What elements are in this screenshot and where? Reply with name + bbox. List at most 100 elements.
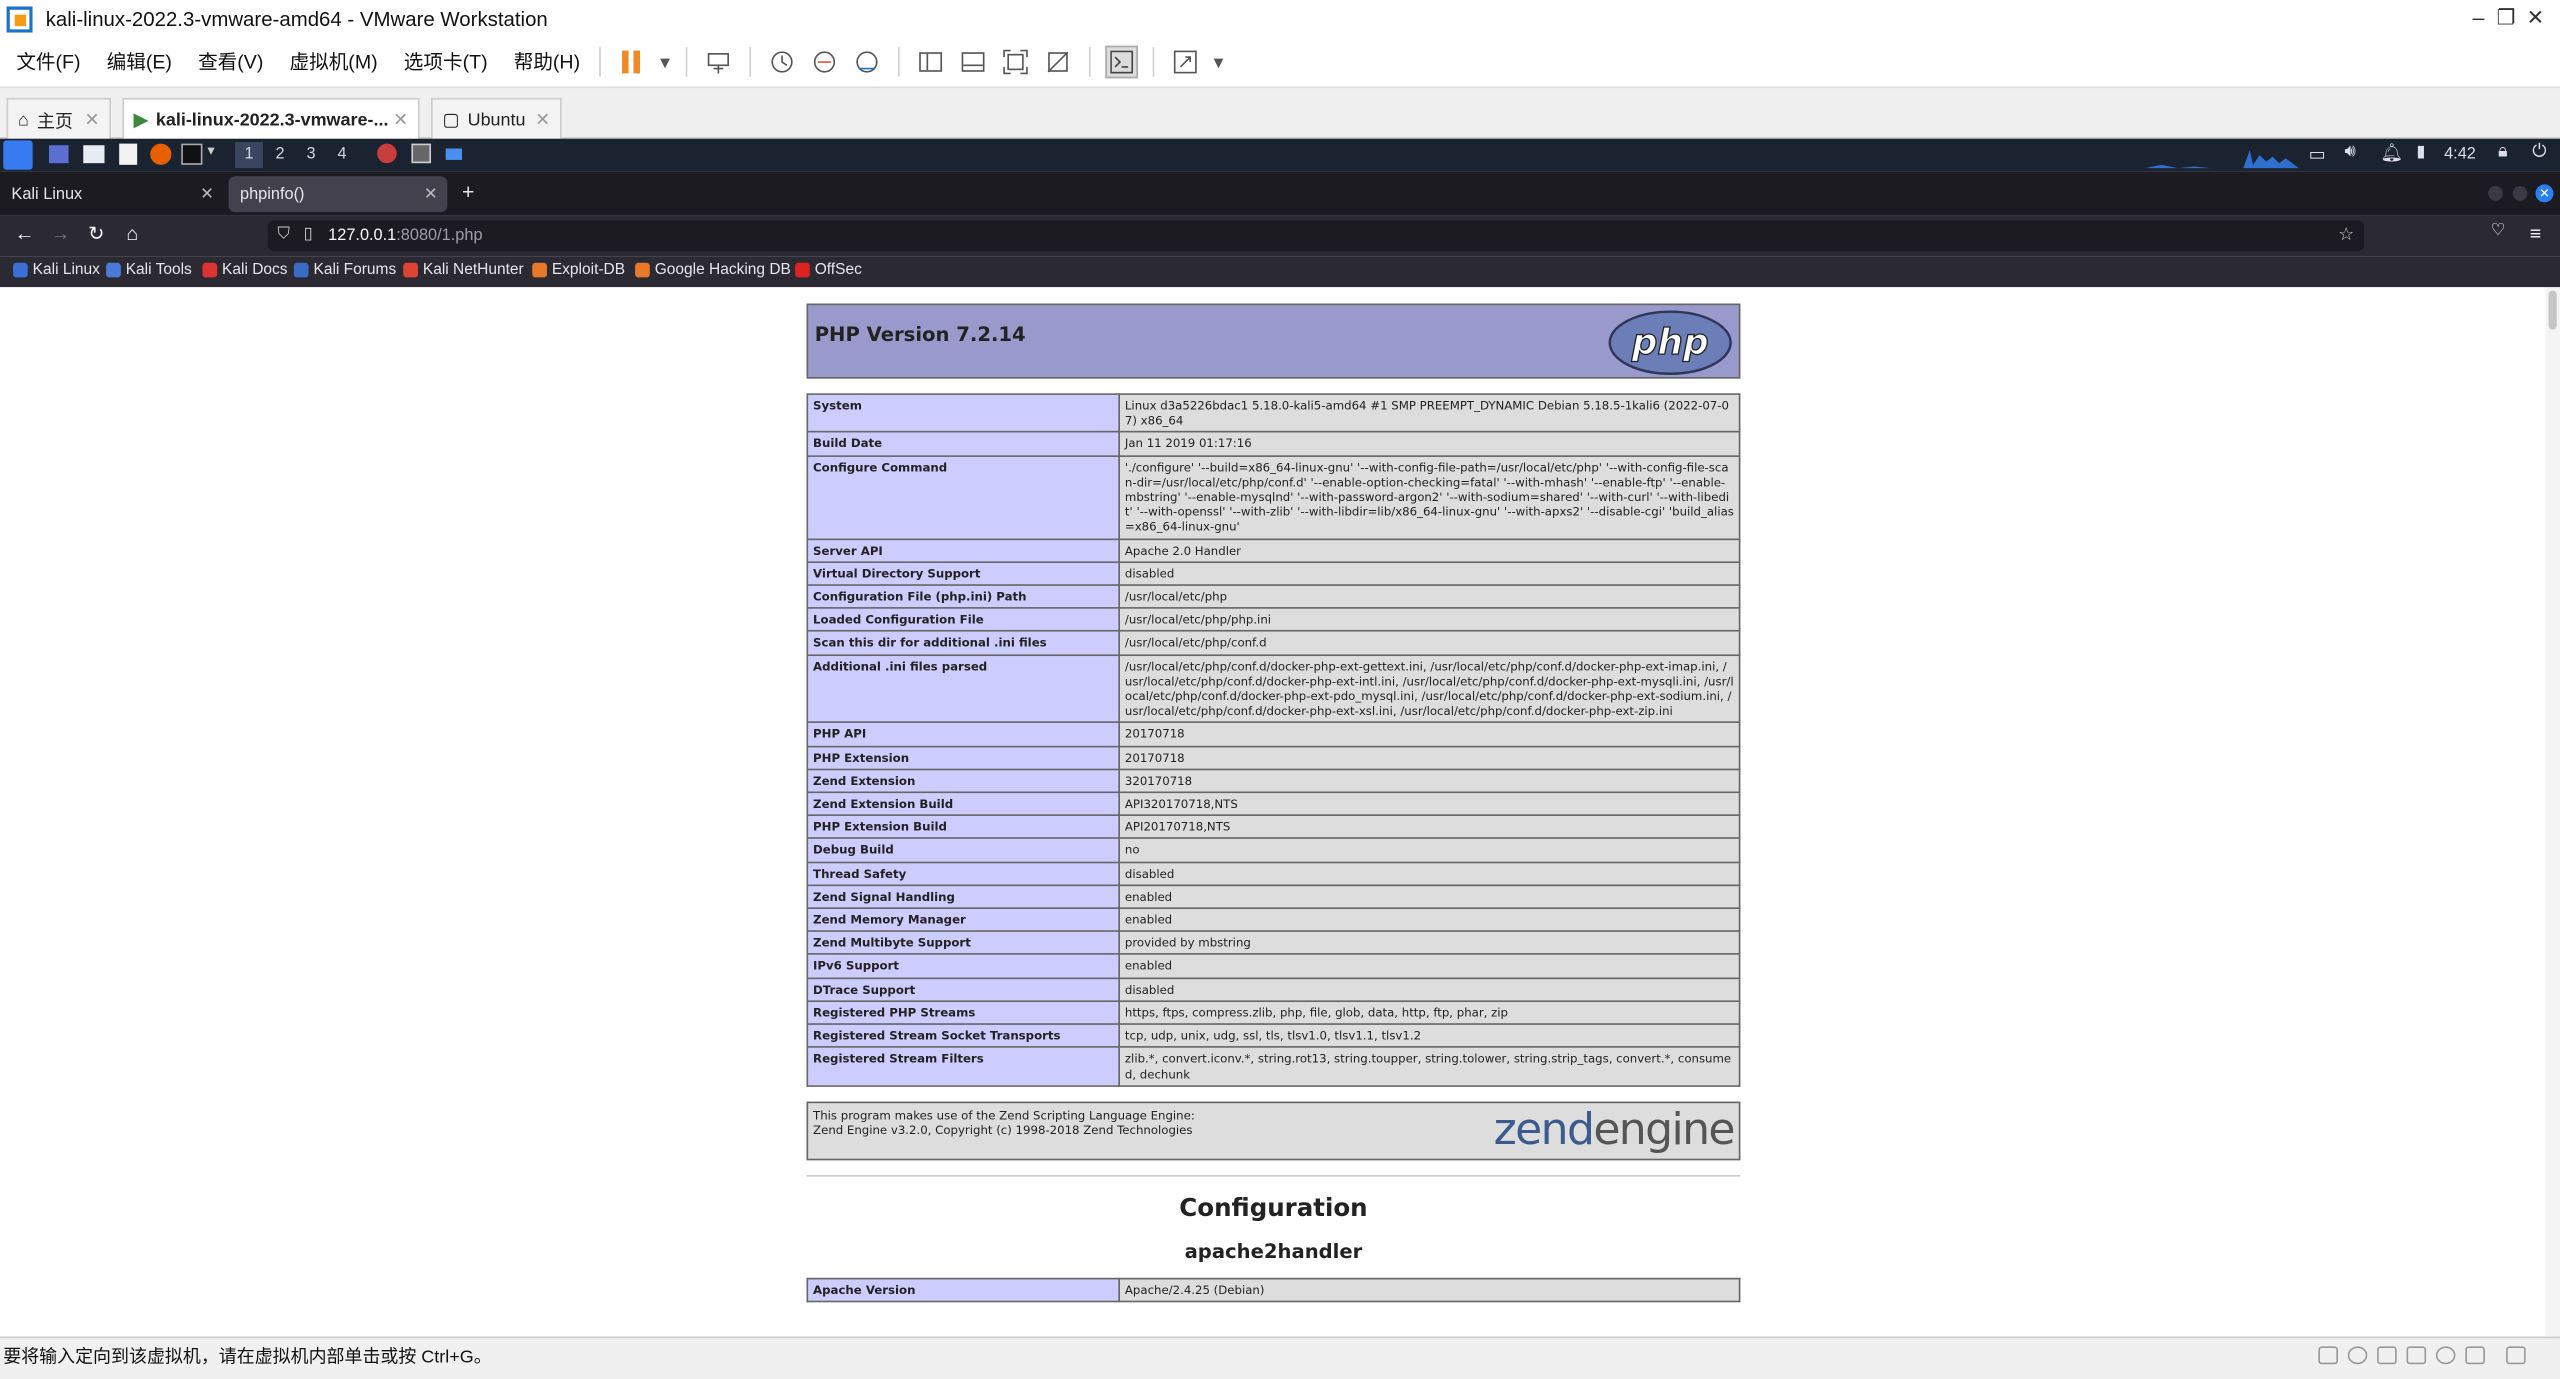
- chevron-down-icon[interactable]: ▾: [207, 142, 214, 160]
- forward-icon[interactable]: →: [47, 222, 73, 245]
- table-row: Zend Extension 320170718: [806, 768, 1741, 794]
- chevron-down-icon[interactable]: ▾: [658, 45, 671, 78]
- firefox-icon[interactable]: [150, 143, 172, 165]
- bookmark-exploit-db[interactable]: Exploit-DB: [532, 261, 625, 279]
- menu-vm[interactable]: 虚拟机(M): [280, 47, 388, 75]
- console-view-icon[interactable]: [1105, 44, 1139, 78]
- hamburger-menu-icon[interactable]: ≡: [2522, 222, 2548, 245]
- close-tab-icon[interactable]: ✕: [200, 185, 214, 203]
- firefox-tab-bar: Kali Linux ✕ phpinfo() ✕ + ✕: [0, 171, 2560, 216]
- module-heading: apache2handler: [1184, 1239, 1363, 1263]
- cd-dvd-icon[interactable]: [2347, 1346, 2368, 1365]
- app-window-icon[interactable]: [445, 148, 463, 160]
- panel-clock[interactable]: 4:42: [2444, 145, 2476, 163]
- home-icon: ⌂: [17, 110, 29, 130]
- workspace-1[interactable]: 1: [235, 141, 263, 169]
- row-key: Loaded Configuration File: [806, 607, 1120, 633]
- url-bar[interactable]: ⛉ ▯ 127.0.0.1:8080/1.php ☆: [267, 220, 2365, 252]
- bookmark-label: Kali Forums: [313, 261, 397, 280]
- revert-snapshot-icon[interactable]: [809, 45, 842, 78]
- workspace-2[interactable]: 2: [266, 142, 294, 168]
- usb-icon[interactable]: [2406, 1346, 2427, 1365]
- tab-label: Ubuntu: [467, 110, 526, 130]
- reload-icon[interactable]: ↻: [83, 222, 109, 245]
- close-window-icon[interactable]: ✕: [2535, 184, 2554, 203]
- menu-tabs[interactable]: 选项卡(T): [394, 47, 497, 75]
- unity-mode-icon[interactable]: [1042, 45, 1075, 78]
- row-value: API20170718,NTS: [1118, 814, 1741, 840]
- pocket-icon[interactable]: ♡: [2485, 222, 2511, 240]
- new-tab-button[interactable]: +: [462, 180, 474, 204]
- page-scrollbar[interactable]: [2545, 287, 2560, 1337]
- tab-ubuntu-vm[interactable]: ▢ Ubuntu ✕: [431, 97, 562, 141]
- bookmark-google-hacking-db[interactable]: Google Hacking DB: [635, 261, 791, 279]
- menu-file[interactable]: 文件(F): [7, 47, 91, 75]
- zend-line-1: This program makes use of the Zend Scrip…: [813, 1107, 1195, 1123]
- row-key: PHP Extension: [806, 745, 1120, 771]
- app-window-icon[interactable]: [377, 143, 397, 164]
- send-ctrl-alt-del-icon[interactable]: [703, 45, 736, 78]
- battery-icon[interactable]: ▮: [2416, 144, 2425, 162]
- message-log-icon[interactable]: [2506, 1346, 2526, 1365]
- bookmark-kali-docs[interactable]: Kali Docs: [202, 261, 288, 279]
- row-value: enabled: [1118, 884, 1741, 910]
- close-tab-icon[interactable]: ✕: [535, 109, 550, 131]
- status-bar: 要将输入定向到该虚拟机，请在虚拟机内部单击或按 Ctrl+G。: [0, 1336, 2560, 1379]
- bookmark-kali-forums[interactable]: Kali Forums: [293, 261, 397, 280]
- home-icon[interactable]: ⌂: [119, 222, 145, 245]
- row-value: 320170718: [1118, 768, 1741, 794]
- lock-icon[interactable]: 🔒︎: [2498, 142, 2508, 163]
- hard-disk-icon[interactable]: [2318, 1346, 2338, 1365]
- bookmark-offsec[interactable]: OffSec: [795, 261, 862, 279]
- pause-icon[interactable]: [616, 45, 649, 78]
- power-icon[interactable]: ⏻: [2532, 142, 2546, 163]
- table-row: Additional .ini files parsed/usr/local/e…: [806, 653, 1741, 724]
- bookmark-kali-linux[interactable]: Kali Linux: [13, 261, 100, 279]
- bookmark-kali-nethunter[interactable]: Kali NetHunter: [403, 261, 524, 279]
- menu-view[interactable]: 查看(V): [188, 47, 273, 75]
- tab-phpinfo[interactable]: phpinfo() ✕: [228, 176, 448, 213]
- tab-kali-vm[interactable]: ▶ kali-linux-2022.3-vmware-... ✕: [122, 97, 420, 141]
- workspace-3[interactable]: 3: [297, 142, 325, 168]
- close-button[interactable]: ✕: [2519, 5, 2552, 31]
- kali-icon: [13, 262, 28, 278]
- scrollbar-thumb[interactable]: [2548, 290, 2557, 330]
- snapshot-icon[interactable]: [766, 45, 799, 78]
- tab-kali-linux[interactable]: Kali Linux ✕: [0, 176, 224, 212]
- close-tab-icon[interactable]: ✕: [393, 109, 408, 131]
- sound-card-icon[interactable]: [2435, 1346, 2456, 1365]
- network-adapter-icon[interactable]: [2377, 1346, 2397, 1365]
- snapshot-manager-icon[interactable]: [851, 45, 884, 78]
- bookmark-kali-tools[interactable]: Kali Tools: [106, 261, 192, 279]
- close-tab-icon[interactable]: ✕: [85, 109, 100, 131]
- shield-icon[interactable]: ⛉: [278, 225, 290, 243]
- kali-menu-icon[interactable]: [3, 140, 33, 170]
- sidebar-toggle-icon[interactable]: [915, 45, 948, 78]
- volume-icon[interactable]: 🔊︎: [2344, 142, 2355, 163]
- terminal-icon[interactable]: [181, 143, 203, 165]
- desktop-icon[interactable]: [48, 145, 69, 164]
- bookmark-label: Exploit-DB: [551, 261, 626, 280]
- row-key: Thread Safety: [806, 861, 1120, 886]
- file-manager-icon[interactable]: [83, 145, 105, 164]
- menu-edit[interactable]: 编辑(E): [97, 47, 182, 75]
- display-icon[interactable]: [2465, 1346, 2485, 1365]
- tab-home[interactable]: ⌂ 主页 ✕: [6, 97, 112, 141]
- back-icon[interactable]: ←: [11, 222, 37, 245]
- display-icon[interactable]: ▭: [2309, 144, 2326, 165]
- menu-help[interactable]: 帮助(H): [504, 47, 590, 75]
- bookmark-star-icon[interactable]: ☆: [2338, 224, 2354, 245]
- minimize-window-icon[interactable]: [2488, 186, 2503, 201]
- maximize-window-icon[interactable]: [2512, 186, 2528, 201]
- apache-table: Apache Version Apache/2.4.25 (Debian): [806, 1277, 1741, 1303]
- app-window-icon[interactable]: [411, 143, 432, 164]
- thumbnail-bar-icon[interactable]: [957, 45, 990, 78]
- text-editor-icon[interactable]: [119, 143, 138, 165]
- close-tab-icon[interactable]: ✕: [424, 185, 438, 203]
- restore-button[interactable]: ❐: [2490, 5, 2523, 31]
- chevron-down-icon[interactable]: ▾: [1212, 45, 1225, 78]
- workspace-4[interactable]: 4: [328, 142, 356, 168]
- stretch-guest-icon[interactable]: [1170, 45, 1203, 78]
- fullscreen-icon[interactable]: [1000, 45, 1033, 78]
- notification-bell-icon[interactable]: 🔔︎: [2380, 142, 2403, 164]
